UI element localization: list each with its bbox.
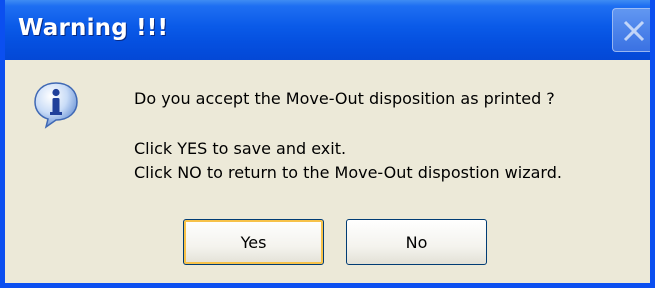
information-icon (34, 82, 78, 129)
message-yes-instruction: Click YES to save and exit. (134, 139, 347, 158)
no-button[interactable]: No (346, 219, 487, 265)
close-button[interactable] (612, 8, 650, 52)
close-icon (623, 20, 645, 42)
yes-button[interactable]: Yes (183, 219, 324, 265)
message-question: Do you accept the Move-Out disposition a… (134, 89, 555, 108)
warning-dialog: Warning !!! Do you accept the Move-Out d… (0, 0, 655, 288)
title-bar[interactable]: Warning !!! (5, 0, 650, 60)
message-no-instruction: Click NO to return to the Move-Out dispo… (134, 163, 562, 182)
dialog-title: Warning !!! (18, 15, 169, 41)
